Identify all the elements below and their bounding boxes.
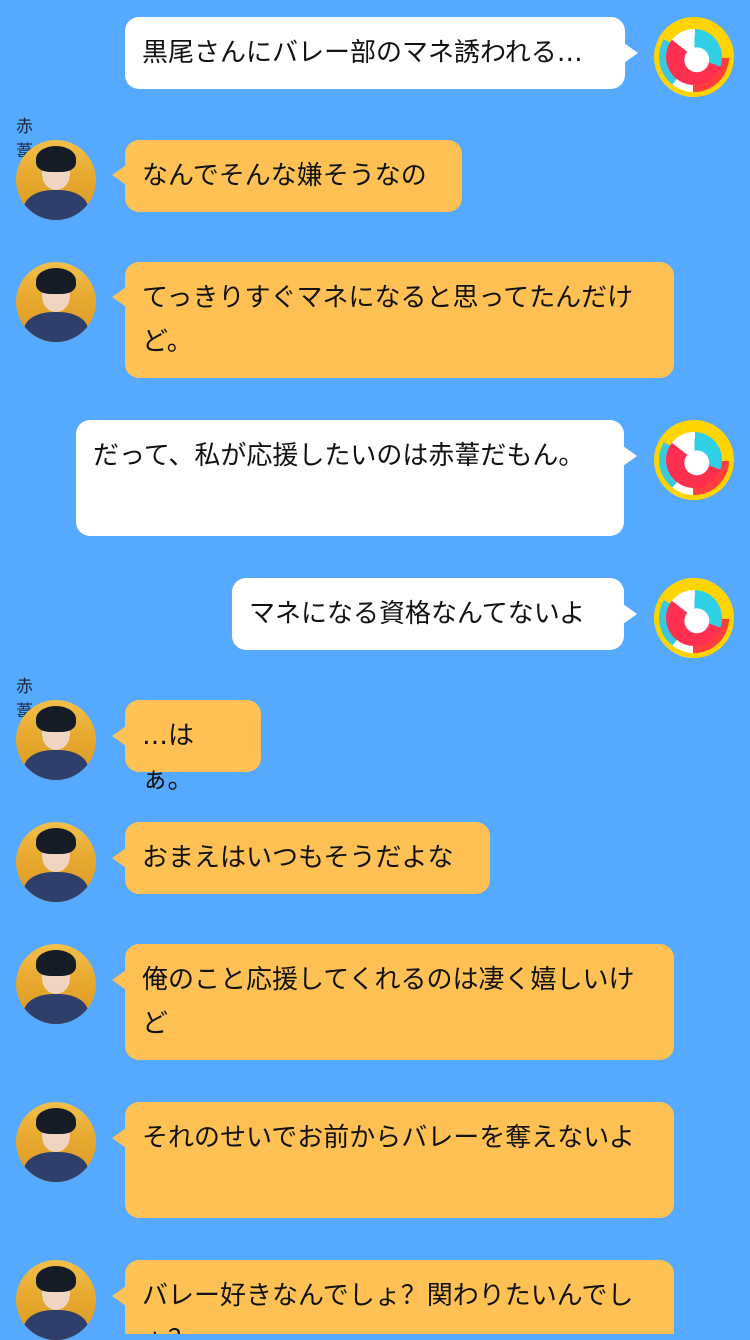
message-bubble[interactable]: おまえはいつもそうだよな	[125, 822, 490, 894]
message-bubble[interactable]: …はぁ。	[125, 700, 261, 795]
message-bubble[interactable]: マネになる資格なんてないよ	[232, 578, 624, 650]
message-bubble[interactable]: てっきりすぐマネになると思ってたんだけど。	[125, 262, 674, 378]
my-avatar[interactable]	[654, 420, 734, 500]
sender-avatar[interactable]	[16, 262, 96, 342]
message-bubble[interactable]: それのせいでお前からバレーを奪えないよ	[125, 1102, 674, 1218]
sender-avatar[interactable]	[16, 1102, 96, 1182]
my-avatar[interactable]	[654, 578, 734, 658]
message-bubble[interactable]: バレー好きなんでしょ？関わりたいんでしょ？	[125, 1260, 674, 1334]
my-avatar[interactable]	[654, 17, 734, 97]
sender-avatar[interactable]	[16, 700, 96, 780]
message-bubble[interactable]: 俺のこと応援してくれるのは凄く嬉しいけど	[125, 944, 674, 1060]
message-bubble[interactable]: なんでそんな嫌そうなの	[125, 140, 462, 212]
sender-avatar[interactable]	[16, 1260, 96, 1340]
message-bubble[interactable]: だって、私が応援したいのは赤葦だもん。	[76, 420, 624, 536]
sender-avatar[interactable]	[16, 140, 96, 220]
chat-view: 黒尾さんにバレー部のマネ誘われる… 赤葦 なんでそんな嫌そうなの てっきりすぐマ…	[0, 0, 750, 1340]
sender-avatar[interactable]	[16, 822, 96, 902]
message-bubble[interactable]: 黒尾さんにバレー部のマネ誘われる…	[125, 17, 625, 89]
sender-avatar[interactable]	[16, 944, 96, 1024]
